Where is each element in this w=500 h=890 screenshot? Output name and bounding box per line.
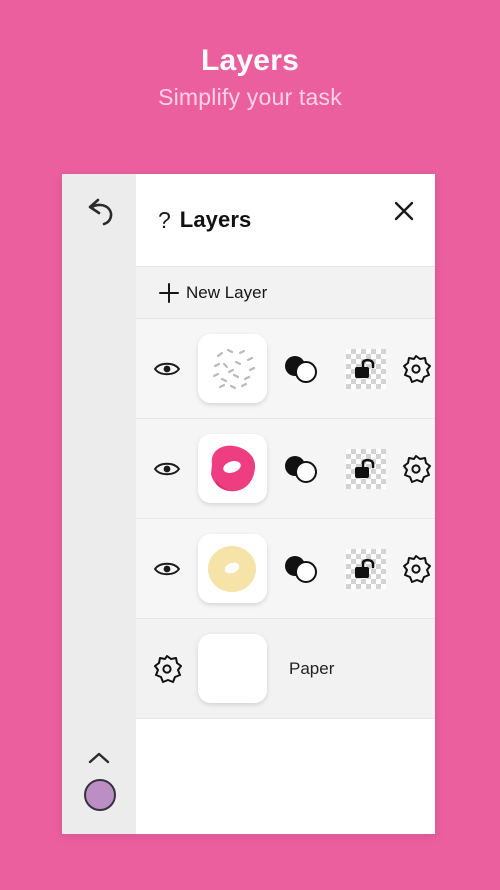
app-window: ? Layers New Layer Paper [62,174,435,834]
layer-thumbnail[interactable] [198,334,267,403]
eye-icon [153,362,181,375]
plus-icon [159,282,179,303]
close-icon[interactable] [391,198,417,224]
table-row[interactable] [136,319,435,419]
paper-row[interactable]: Paper [136,619,435,719]
transparency-checker [346,548,386,589]
tool-rail [62,174,136,834]
blend-mode-icon [285,455,317,483]
layer-blend-mode[interactable] [267,453,335,485]
undo-arrow-icon[interactable] [82,196,116,230]
unlock-icon [355,358,375,378]
question-mark-icon[interactable]: ? [158,208,171,232]
panel-empty-area [136,719,435,834]
cream-donut-thumbnail [198,534,267,603]
page-title: Layers [179,207,252,232]
transparency-checker [346,348,386,389]
blend-mode-icon [285,555,317,583]
layer-blend-mode[interactable] [267,353,335,385]
pink-donut-thumbnail [198,434,267,503]
layer-visibility-toggle[interactable] [136,360,198,378]
paper-label: Paper [289,658,335,678]
promo-title: Layers [201,44,299,77]
unlock-icon [355,458,375,478]
blend-mode-icon [285,355,317,383]
layer-thumbnail[interactable] [198,534,267,603]
eye-icon [153,562,181,575]
new-layer-button[interactable]: New Layer [136,266,435,319]
layers-panel: ? Layers New Layer Paper [136,174,435,834]
layer-settings-button[interactable] [397,354,435,384]
gear-icon [154,654,182,683]
blank-paper-thumbnail [198,634,267,703]
layer-settings-button[interactable] [397,454,435,484]
paper-settings-button[interactable] [136,654,198,684]
layer-thumbnail[interactable] [198,434,267,503]
table-row[interactable] [136,519,435,619]
panel-header: ? Layers [136,174,435,266]
layer-lock-toggle[interactable] [335,348,397,389]
eye-icon [153,462,181,475]
chevron-up-icon[interactable] [86,750,112,766]
layer-lock-toggle[interactable] [335,548,397,589]
promo-subtitle: Simplify your task [158,84,342,110]
gear-icon [403,554,431,583]
color-swatch[interactable] [84,779,116,811]
gear-icon [403,454,431,483]
layer-visibility-toggle[interactable] [136,460,198,478]
layer-visibility-toggle[interactable] [136,560,198,578]
sprinkles-thumbnail [198,334,267,403]
layer-blend-mode[interactable] [267,553,335,585]
layer-lock-toggle[interactable] [335,448,397,489]
promo-banner: Layers Simplify your task [0,0,500,111]
unlock-icon [355,558,375,578]
new-layer-label: New Layer [186,282,268,302]
paper-thumbnail[interactable] [198,634,267,703]
transparency-checker [346,448,386,489]
gear-icon [403,354,431,383]
layer-settings-button[interactable] [397,554,435,584]
table-row[interactable] [136,419,435,519]
